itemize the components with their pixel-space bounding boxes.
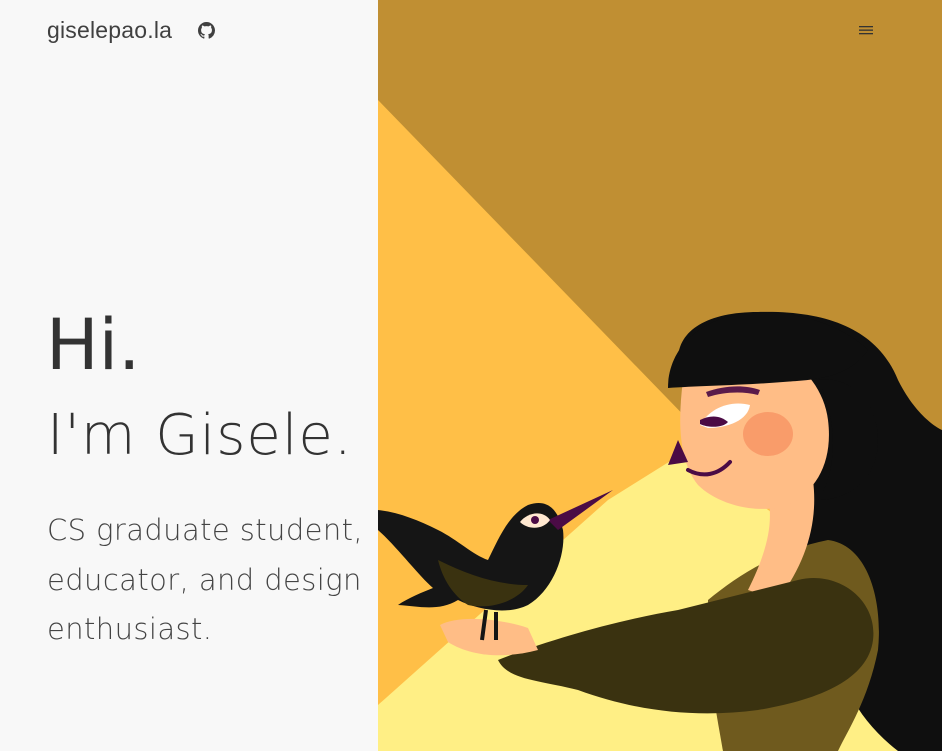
menu-button[interactable] [852,18,880,42]
site-title-link[interactable]: giselepao.la [47,17,172,44]
hero-greeting: Hi. [46,304,141,386]
cheek [743,412,793,456]
illustration-svg [378,0,942,751]
hero-tagline: CS graduate student, educator, and desig… [47,513,364,646]
left-panel: giselepao.la Hi. I'm Gisele. CS graduate… [0,0,378,751]
hero-illustration [378,0,942,751]
crow-eye [531,516,539,524]
hero-intro: I'm Gisele. [47,403,353,468]
github-icon [198,22,215,39]
github-link[interactable] [198,22,215,39]
hamburger-menu-icon [859,26,873,35]
